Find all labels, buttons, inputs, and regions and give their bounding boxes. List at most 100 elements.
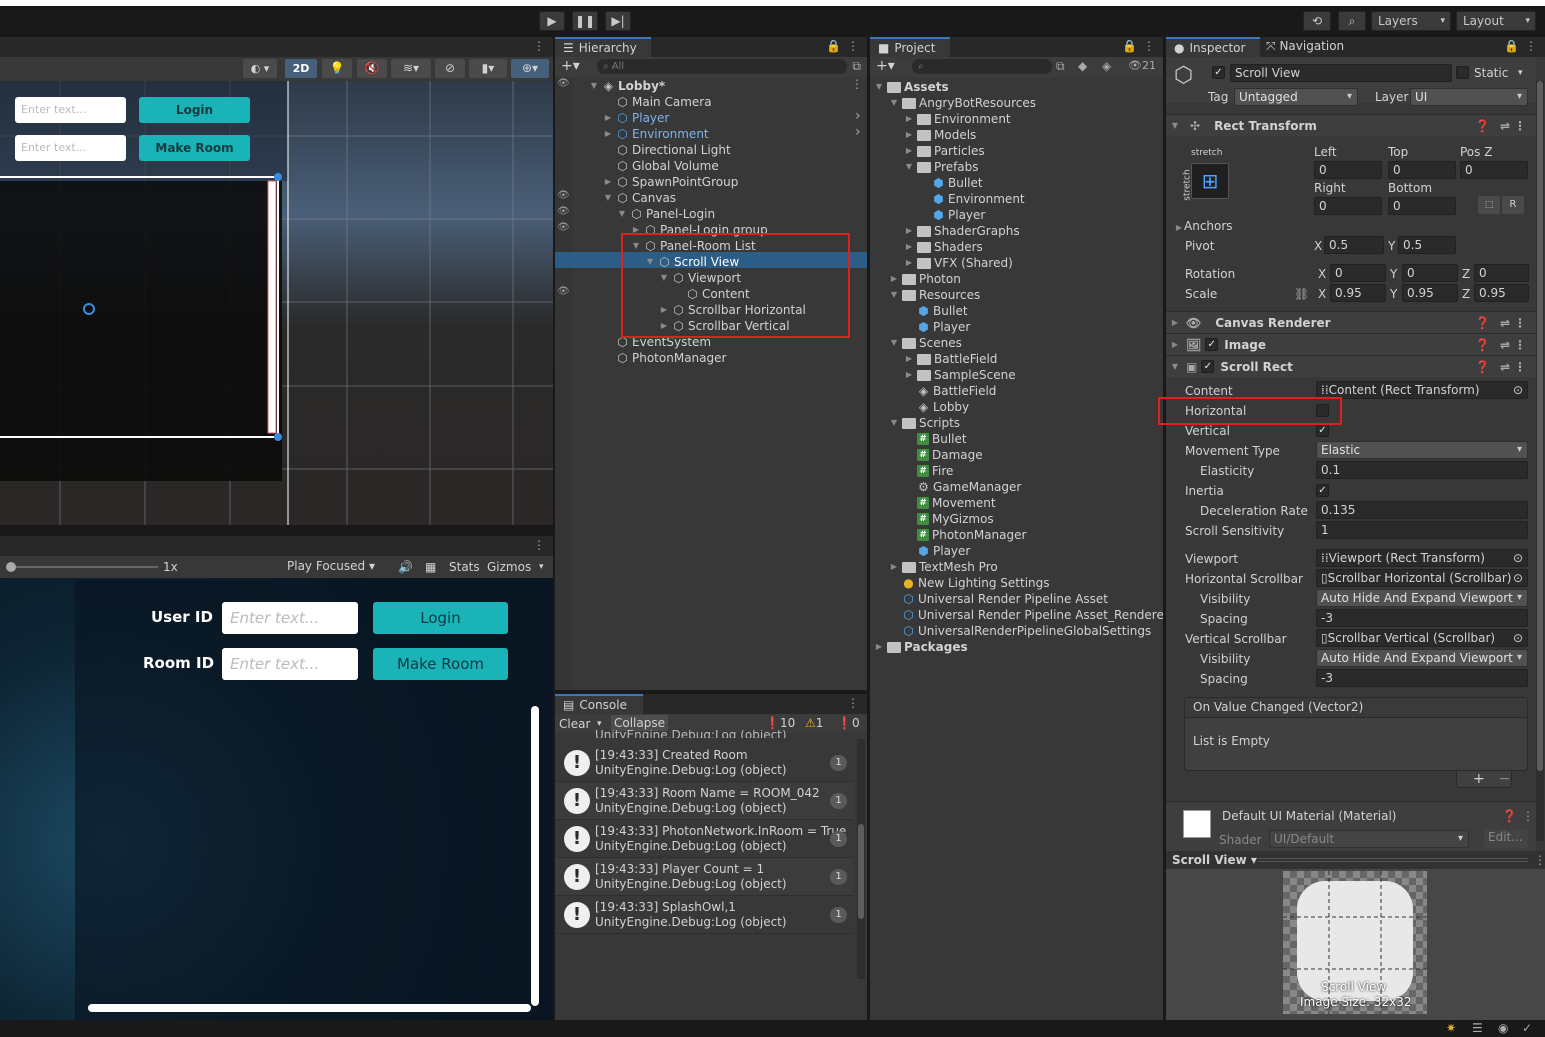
audio-icon[interactable]: 🔇	[357, 59, 387, 78]
stats-button[interactable]: Stats	[449, 559, 480, 575]
h-visibility-dropdown[interactable]: Auto Hide And Expand Viewport	[1316, 589, 1528, 607]
preview-dropdown[interactable]: Scroll View ▾	[1172, 852, 1257, 868]
make-room-button[interactable]: Make Room	[373, 648, 508, 680]
preset-icon[interactable]: ⇌	[1500, 316, 1510, 330]
object-picker-icon[interactable]: ⊙	[1513, 630, 1523, 646]
inspector-scrollbar[interactable]	[1536, 81, 1544, 841]
project-item[interactable]: # MyGizmos	[904, 511, 994, 527]
console-scrollbar[interactable]	[857, 739, 865, 979]
deceleration-rate-field[interactable]: 0.135	[1316, 501, 1528, 519]
console-scroll-thumb[interactable]	[858, 824, 864, 919]
project-item[interactable]: ▼ Resources	[889, 287, 980, 303]
foldout-arrow-icon[interactable]: ▼	[904, 159, 914, 175]
visibility-eye-icon[interactable]: 👁	[557, 78, 570, 89]
project-item[interactable]: ⬡ UniversalRenderPipelineGlobalSettings	[889, 623, 1151, 639]
lighting-icon[interactable]: 💡	[322, 59, 352, 78]
hierarchy-item[interactable]: ⬡ Directional Light	[603, 142, 730, 158]
raw-edit-button[interactable]: R	[1502, 196, 1524, 214]
lock-icon[interactable]: 🔒	[826, 39, 841, 53]
more-icon[interactable]: ⋮	[1514, 316, 1526, 330]
foldout-arrow-icon[interactable]: ▶	[889, 271, 899, 287]
horizontal-scrollbar[interactable]	[88, 1004, 531, 1012]
project-item[interactable]: ⬢ Player	[904, 319, 970, 335]
add-icon[interactable]: +▾	[876, 58, 895, 74]
search-by-type-icon[interactable]: ⧉	[1056, 59, 1065, 74]
hidden-packages-count[interactable]: 👁21	[1128, 59, 1156, 72]
scene-view[interactable]: ⋮ ◐ ▾ 2D 💡 🔇 ≋▾ ⊘ ▮▾ ⊕▾ Enter text... Lo…	[0, 37, 553, 525]
vertical-scrollbar[interactable]	[531, 706, 539, 1006]
posz-field[interactable]: 0	[1460, 161, 1528, 179]
help-icon[interactable]: ❓	[1475, 360, 1490, 374]
canvas-renderer-header[interactable]: ▶ 👁 Canvas Renderer ❓ ⇌ ⋮	[1166, 311, 1536, 333]
scene-make-room-button[interactable]: Make Room	[139, 135, 250, 161]
v-spacing-field[interactable]: -3	[1316, 669, 1528, 687]
zoom-slider-handle[interactable]	[6, 562, 16, 572]
shader-edit-button[interactable]: Edit...	[1484, 830, 1528, 848]
mute-icon[interactable]: 🔊	[398, 559, 413, 575]
layout-dropdown[interactable]: Layout ▾	[1456, 11, 1536, 31]
scene-canvas[interactable]: Enter text... Login Enter text... Make R…	[0, 81, 553, 525]
help-icon[interactable]: ❓	[1475, 338, 1490, 352]
more-icon[interactable]: ⋮	[1522, 808, 1534, 824]
clear-button[interactable]: Clear	[559, 716, 590, 732]
hierarchy-item[interactable]: ▶ ⬡ Environment	[603, 126, 709, 142]
viewport-object-field[interactable]: ⁞⁞Viewport (Rect Transform) ⊙	[1316, 549, 1528, 567]
h-spacing-field[interactable]: -3	[1316, 609, 1528, 627]
project-item[interactable]: ▶ BattleField	[904, 351, 998, 367]
foldout-arrow-icon[interactable]: ▶	[904, 351, 914, 367]
inspector-scroll-thumb[interactable]	[1537, 81, 1543, 771]
foldout-arrow-icon[interactable]: ▶	[603, 110, 613, 126]
project-item[interactable]: ▼ Scenes	[889, 335, 962, 351]
project-item[interactable]: ▶ ShaderGraphs	[904, 223, 1020, 239]
project-item[interactable]: ▶ Shaders	[904, 239, 983, 255]
visibility-eye-icon[interactable]: 👁	[557, 206, 570, 217]
tab-console[interactable]: ▤ Console	[555, 694, 643, 714]
project-item[interactable]: ⬢ Bullet	[904, 303, 967, 319]
project-item[interactable]: # Bullet	[904, 431, 967, 447]
hidden-objects-icon[interactable]: ⊘	[435, 59, 465, 78]
help-icon[interactable]: ❓	[1502, 808, 1517, 824]
foldout-arrow-icon[interactable]: ▶	[904, 367, 914, 383]
debug-icon[interactable]: ◉	[1498, 1021, 1508, 1035]
visibility-eye-icon[interactable]: 👁	[557, 190, 570, 201]
foldout-arrow-icon[interactable]: ▼	[617, 206, 627, 222]
info-filter[interactable]: ❗10	[765, 715, 795, 731]
lighting-bake-icon[interactable]: ✷	[1446, 1021, 1456, 1035]
search-mode-icon[interactable]: ⧉	[852, 59, 861, 74]
foldout-arrow-icon[interactable]: ▼	[889, 335, 899, 351]
scroll-rect-enabled-checkbox[interactable]: ✓	[1201, 360, 1215, 373]
scroll-rect-header[interactable]: ▼ ▣ ✓ Scroll Rect ❓ ⇌ ⋮	[1166, 355, 1536, 377]
error-filter[interactable]: ❗0	[837, 715, 860, 731]
open-prefab-chevron-icon[interactable]: ›	[855, 124, 861, 140]
search-icon[interactable]: ⌕	[1338, 11, 1366, 31]
rotation-x-field[interactable]: 0	[1330, 264, 1386, 282]
shader-dropdown[interactable]: UI/Default	[1269, 830, 1469, 848]
foldout-arrow-icon[interactable]: ▼	[589, 78, 599, 94]
effects-icon[interactable]: ≋▾	[391, 59, 431, 78]
visibility-eye-icon[interactable]: 👁	[557, 286, 570, 297]
hierarchy-item[interactable]: ▼ ⬡ Panel-Login	[617, 206, 715, 222]
movement-type-dropdown[interactable]: Elastic	[1316, 441, 1528, 459]
gizmos-button[interactable]: Gizmos	[487, 559, 531, 575]
more-icon[interactable]: ⋮	[1534, 852, 1545, 868]
tab-hierarchy[interactable]: ☰ Hierarchy	[555, 37, 651, 57]
right-field[interactable]: 0	[1314, 197, 1382, 215]
object-picker-icon[interactable]: ⊙	[1513, 382, 1523, 398]
scroll-sensitivity-field[interactable]: 1	[1316, 521, 1528, 539]
collapse-button[interactable]: Collapse	[611, 715, 668, 731]
rotation-y-field[interactable]: 0	[1402, 264, 1458, 282]
foldout-arrow-icon[interactable]: ▼	[889, 415, 899, 431]
project-search-input[interactable]: ⌕	[912, 59, 1052, 74]
scale-y-field[interactable]: 0.95	[1402, 284, 1458, 302]
log-entry[interactable]: ! [19:43:33] PhotonNetwork.InRoom = True U…	[555, 820, 853, 858]
gizmos-icon[interactable]: ⊕▾	[511, 59, 549, 78]
log-entry[interactable]: ! [19:43:33] Created Room UnityEngine.Debu…	[555, 744, 853, 782]
scene-userid-input[interactable]: Enter text...	[15, 97, 126, 123]
tab-project[interactable]: ■ Project	[870, 37, 950, 57]
scene-login-button[interactable]: Login	[139, 97, 250, 123]
project-item[interactable]: ⬢ Bullet	[919, 175, 982, 191]
foldout-arrow-icon[interactable]: ▼	[889, 287, 899, 303]
game-canvas[interactable]: User ID Enter text... Login Room ID Ente…	[0, 578, 553, 1020]
label-icon[interactable]: ◈	[1102, 59, 1111, 73]
zoom-slider[interactable]	[8, 566, 158, 568]
